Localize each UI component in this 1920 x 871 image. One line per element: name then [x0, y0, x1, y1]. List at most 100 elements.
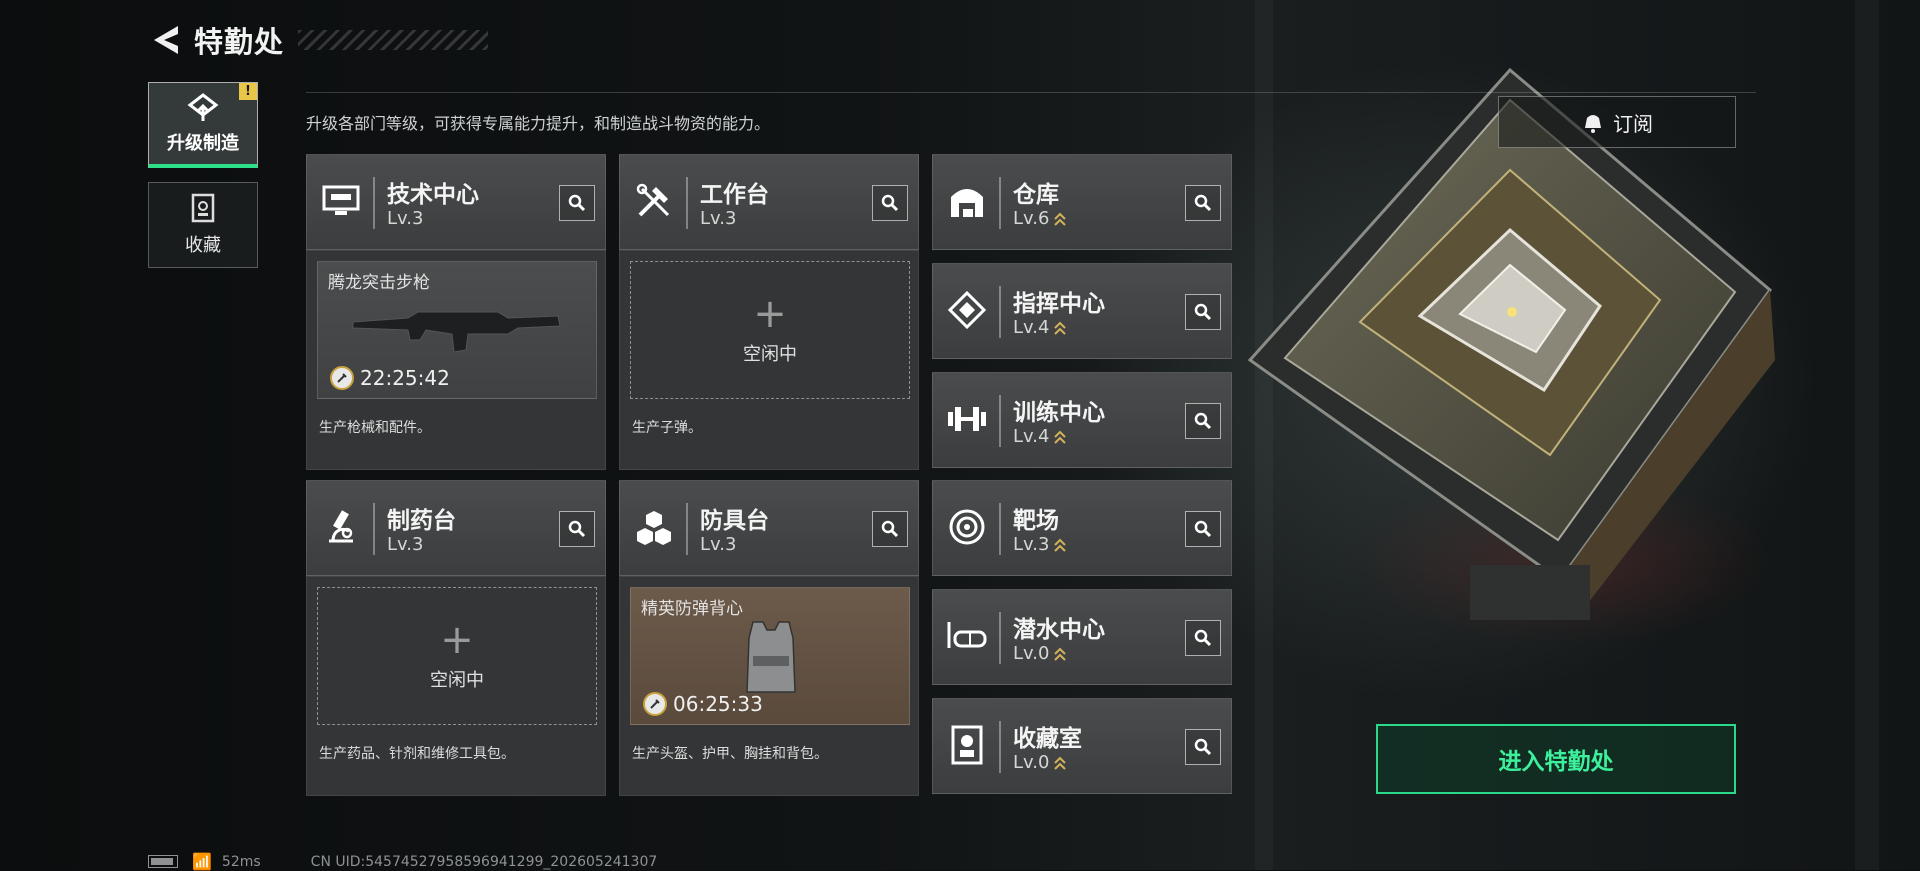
card-separator [999, 503, 1001, 555]
department-level: Lv.0 [1013, 643, 1067, 664]
search-icon [1194, 194, 1212, 212]
item-name: 精英防弹背心 [641, 599, 743, 619]
department-description: 生产枪械和配件。 [319, 420, 431, 436]
tab-label: 升级制造 [167, 132, 239, 154]
department-name: 技术中心 [387, 182, 479, 208]
inspect-button[interactable] [1185, 294, 1221, 330]
department-card-diving[interactable]: 潜水中心 Lv.0 [932, 589, 1232, 685]
back-button[interactable] [148, 23, 182, 57]
department-name: 潜水中心 [1013, 617, 1105, 643]
search-icon [568, 194, 586, 212]
search-icon [568, 520, 586, 538]
department-card-tech-center[interactable]: 技术中心 Lv.3 [306, 154, 606, 250]
production-timer: 06:25:33 [643, 692, 763, 716]
upgrade-build-icon [187, 92, 219, 121]
department-level: Lv.3 [387, 208, 424, 229]
idle-label: 空闲中 [430, 670, 484, 691]
department-level: Lv.3 [700, 208, 737, 229]
battery-icon [148, 855, 178, 868]
inspect-button[interactable] [1185, 511, 1221, 547]
production-slot[interactable]: 腾龙突击步枪 22:25:42 [317, 261, 597, 399]
department-name: 制药台 [387, 508, 456, 534]
level-up-icon [1054, 647, 1067, 661]
inspect-button[interactable] [559, 185, 595, 221]
divider-line [306, 92, 1756, 93]
inspect-button[interactable] [872, 511, 908, 547]
warehouse-icon [945, 179, 989, 223]
top-bar: 特勤处 [148, 20, 489, 60]
bell-icon [1585, 115, 1601, 133]
department-name: 靶场 [1013, 508, 1059, 534]
card-separator [999, 395, 1001, 447]
card-separator [999, 612, 1001, 664]
inspect-button[interactable] [1185, 403, 1221, 439]
production-panel-pharmacy: + 空闲中 生产药品、针剂和维修工具包。 [306, 576, 606, 796]
card-separator [999, 177, 1001, 229]
department-level: Lv.3 [387, 534, 424, 555]
diamond-icon [945, 288, 989, 332]
department-card-collection[interactable]: 收藏室 Lv.0 [932, 698, 1232, 794]
inspect-button[interactable] [872, 185, 908, 221]
tab-label: 收藏 [185, 235, 221, 256]
inspect-button[interactable] [559, 511, 595, 547]
search-icon [1194, 629, 1212, 647]
inspect-button[interactable] [1185, 185, 1221, 221]
department-card-warehouse[interactable]: 仓库 Lv.6 [932, 154, 1232, 250]
inspect-button[interactable] [1185, 620, 1221, 656]
department-name: 工作台 [700, 182, 769, 208]
inspect-button[interactable] [1185, 729, 1221, 765]
subscribe-label: 订阅 [1613, 111, 1653, 136]
card-separator [999, 286, 1001, 338]
tab-upgrade-manufacture[interactable]: ! 升级制造 [148, 82, 258, 168]
uid-text: CN UID:54574527958596941299_202605241307 [310, 853, 658, 870]
department-description: 生产子弹。 [632, 420, 702, 436]
card-separator [373, 503, 375, 555]
card-separator [373, 177, 375, 229]
search-icon [1194, 520, 1212, 538]
department-name: 防具台 [700, 508, 769, 534]
department-card-workbench[interactable]: 工作台 Lv.3 [619, 154, 919, 250]
production-slot[interactable]: 精英防弹背心 06:25:33 [630, 587, 910, 725]
department-level: Lv.4 [1013, 317, 1067, 338]
department-card-pharmacy[interactable]: 制药台 Lv.3 [306, 480, 606, 576]
add-icon: + [753, 291, 787, 337]
department-description: 生产头盔、护甲、胸挂和背包。 [632, 746, 828, 762]
production-panel-workbench: + 空闲中 生产子弹。 [619, 250, 919, 470]
department-card-armor[interactable]: 防具台 Lv.3 [619, 480, 919, 576]
search-icon [1194, 412, 1212, 430]
level-up-icon [1054, 756, 1067, 770]
department-name: 收藏室 [1013, 726, 1082, 752]
background-pillar [1855, 0, 1879, 870]
idle-label: 空闲中 [743, 344, 797, 365]
production-slot-empty[interactable]: + 空闲中 [317, 587, 597, 725]
department-card-command[interactable]: 指挥中心 Lv.4 [932, 263, 1232, 359]
department-name: 指挥中心 [1013, 291, 1105, 317]
rifle-image [352, 311, 561, 353]
bust-icon [945, 723, 989, 767]
production-panel-armor: 精英防弹背心 06:25:33 生产头盔、护甲、胸挂和背包。 [619, 576, 919, 796]
tab-collection[interactable]: 收藏 [148, 182, 258, 268]
target-icon [945, 505, 989, 549]
wifi-icon: 📶 [192, 852, 212, 871]
search-icon [1194, 303, 1212, 321]
blocks-icon [632, 505, 676, 549]
alert-badge: ! [239, 83, 257, 100]
department-level: Lv.0 [1013, 752, 1067, 773]
vest-image [746, 621, 796, 693]
department-level: Lv.3 [1013, 534, 1067, 555]
card-separator [999, 721, 1001, 773]
level-up-icon [1054, 212, 1067, 226]
timer-icon [330, 366, 354, 390]
monitor-icon [319, 179, 363, 223]
enter-special-ops-button[interactable]: 进入特勤处 [1376, 724, 1736, 794]
department-card-range[interactable]: 靶场 Lv.3 [932, 480, 1232, 576]
department-name: 训练中心 [1013, 400, 1105, 426]
goggles-icon [945, 614, 989, 658]
subscribe-button[interactable]: 订阅 [1498, 96, 1736, 148]
section-description: 升级各部门等级，可获得专属能力提升，和制造战斗物资的能力。 [306, 114, 771, 133]
production-slot-empty[interactable]: + 空闲中 [630, 261, 910, 399]
status-bar: 📶 52ms CN UID:54574527958596941299_20260… [148, 852, 657, 871]
search-icon [881, 194, 899, 212]
timer-icon [643, 692, 667, 716]
department-card-training[interactable]: 训练中心 Lv.4 [932, 372, 1232, 468]
